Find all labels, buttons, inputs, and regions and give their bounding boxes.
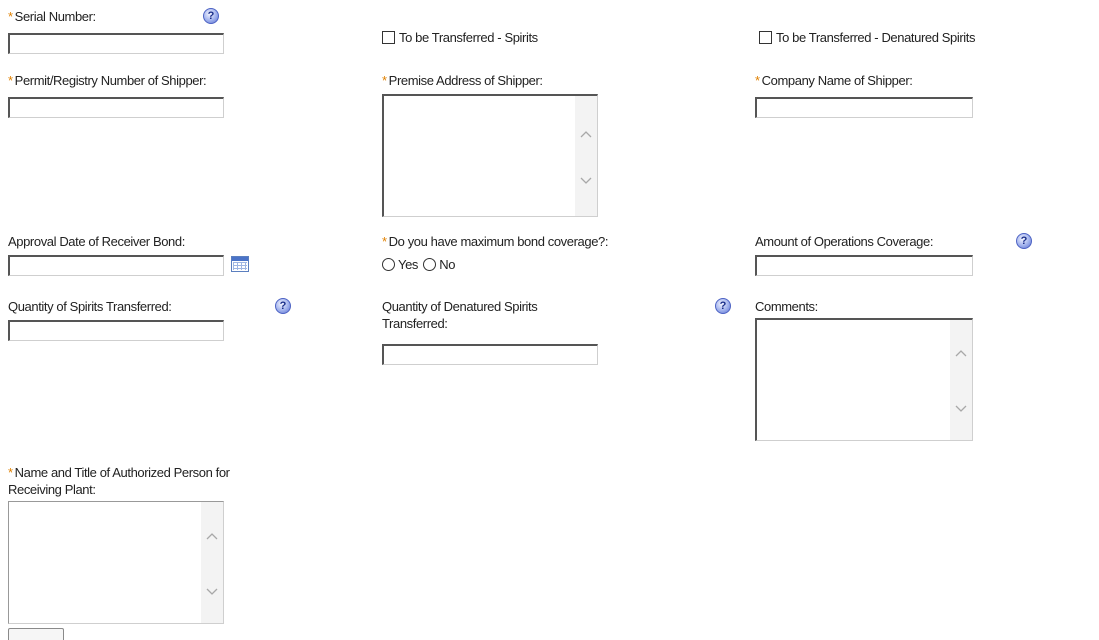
denatured-checkbox[interactable] — [759, 31, 772, 44]
company-name-label-text: Company Name of Shipper: — [761, 73, 913, 88]
help-icon[interactable]: ? — [715, 298, 731, 314]
serial-number-label-text: Serial Number: — [14, 9, 97, 24]
premise-address-textarea[interactable] — [382, 94, 598, 217]
help-glyph: ? — [1020, 235, 1028, 247]
operations-coverage-label: Amount of Operations Coverage: — [755, 234, 934, 249]
authorized-person-label: * Name and Title of Authorized Person for — [8, 464, 230, 481]
permit-registry-label-text: Permit/Registry Number of Shipper: — [14, 73, 207, 88]
textarea-scrollbar[interactable] — [950, 320, 972, 440]
chevron-up-icon[interactable] — [580, 129, 592, 139]
required-marker: * — [755, 73, 760, 88]
textarea-scrollbar[interactable] — [575, 96, 597, 216]
required-marker: * — [382, 73, 387, 88]
permit-registry-label: * Permit/Registry Number of Shipper: — [8, 72, 207, 89]
radio-no[interactable]: No — [423, 257, 455, 272]
help-glyph: ? — [279, 300, 287, 312]
radio-yes-circle[interactable] — [382, 258, 395, 271]
help-icon[interactable]: ? — [203, 8, 219, 24]
radio-no-label: No — [439, 257, 456, 272]
chevron-down-icon[interactable] — [955, 404, 967, 414]
denatured-quantity-input[interactable] — [382, 344, 598, 365]
comments-label: Comments: — [755, 299, 818, 314]
radio-yes[interactable]: Yes — [382, 257, 418, 272]
chevron-down-icon[interactable] — [580, 176, 592, 186]
approval-date-input[interactable] — [8, 255, 224, 276]
chevron-up-icon[interactable] — [206, 531, 218, 541]
required-marker: * — [8, 9, 13, 24]
spirits-quantity-label: Quantity of Spirits Transferred: — [8, 299, 172, 314]
radio-yes-label: Yes — [398, 257, 419, 272]
serial-number-input[interactable] — [8, 33, 224, 54]
required-marker: * — [8, 73, 13, 88]
textarea-scrollbar[interactable] — [201, 502, 223, 623]
calendar-icon[interactable] — [231, 256, 249, 272]
company-name-label: * Company Name of Shipper: — [755, 72, 913, 89]
denatured-quantity-label-line1: Quantity of Denatured Spirits — [382, 299, 538, 314]
approval-date-label: Approval Date of Receiver Bond: — [8, 234, 185, 249]
serial-number-label: * Serial Number: — [8, 8, 96, 25]
required-marker: * — [8, 465, 13, 480]
authorized-person-label-line1: Name and Title of Authorized Person for — [14, 465, 230, 480]
max-bond-coverage-label-text: Do you have maximum bond coverage?: — [388, 234, 609, 249]
help-glyph: ? — [719, 300, 727, 312]
to-be-transferred-denatured[interactable]: To be Transferred - Denatured Spirits — [759, 29, 975, 46]
max-bond-coverage-label: * Do you have maximum bond coverage?: — [382, 233, 608, 250]
operations-coverage-input[interactable] — [755, 255, 973, 276]
chevron-down-icon[interactable] — [206, 587, 218, 597]
permit-registry-input[interactable] — [8, 97, 224, 118]
authorized-person-label-2: Receiving Plant: — [8, 482, 96, 497]
max-bond-coverage-options: Yes No — [382, 256, 455, 273]
authorized-person-textarea[interactable] — [8, 501, 224, 624]
denatured-quantity-label-2: Transferred: — [382, 316, 448, 331]
denatured-checkbox-label: To be Transferred - Denatured Spirits — [776, 30, 976, 45]
spirits-checkbox[interactable] — [382, 31, 395, 44]
spirits-quantity-input[interactable] — [8, 320, 224, 341]
chevron-up-icon[interactable] — [955, 348, 967, 358]
help-glyph: ? — [207, 10, 215, 22]
premise-address-label: * Premise Address of Shipper: — [382, 72, 543, 89]
help-icon[interactable]: ? — [1016, 233, 1032, 249]
radio-no-circle[interactable] — [423, 258, 437, 271]
comments-textarea[interactable] — [755, 318, 973, 441]
help-icon[interactable]: ? — [275, 298, 291, 314]
premise-address-label-text: Premise Address of Shipper: — [388, 73, 543, 88]
form-button-partial[interactable] — [8, 628, 64, 640]
company-name-input[interactable] — [755, 97, 973, 118]
denatured-quantity-label: Quantity of Denatured Spirits — [382, 298, 538, 315]
to-be-transferred-spirits[interactable]: To be Transferred - Spirits — [382, 29, 538, 46]
required-marker: * — [382, 234, 387, 249]
spirits-checkbox-label: To be Transferred - Spirits — [399, 30, 538, 45]
